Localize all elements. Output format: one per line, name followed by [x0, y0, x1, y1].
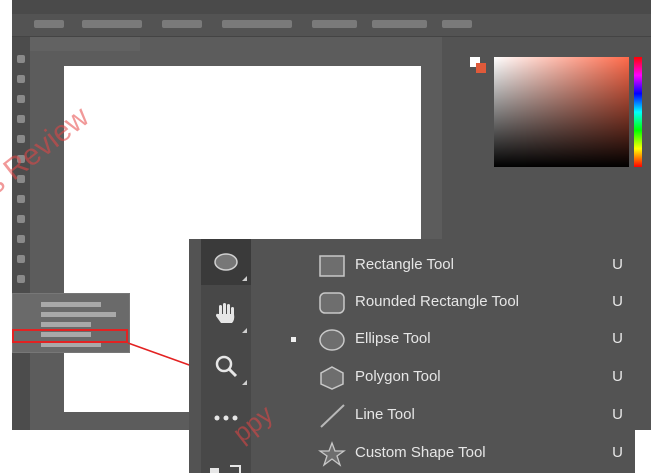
menu-item-label: Line Tool [355, 406, 415, 423]
custom-shape-icon [318, 441, 346, 467]
menu-item-shortcut: U [612, 293, 623, 310]
menu-item-shortcut: U [612, 444, 623, 461]
menu-bar [12, 0, 651, 14]
menu-item-label: Ellipse Tool [355, 330, 431, 347]
menu-item-polygon-tool[interactable]: Polygon Tool U [284, 359, 635, 397]
ellipse-icon [319, 329, 345, 351]
hue-slider[interactable] [634, 57, 642, 167]
menu-item-ellipse-tool[interactable]: Ellipse Tool U [284, 321, 635, 359]
menu-item-rounded-rectangle-tool[interactable]: Rounded Rectangle Tool U [284, 284, 635, 322]
menu-item-line-tool[interactable]: Line Tool U [284, 397, 635, 435]
shape-tool-menu: Rectangle Tool U Rounded Rectangle Tool … [284, 239, 635, 473]
menu-item-shortcut: U [612, 256, 623, 273]
rounded-rectangle-icon [319, 292, 345, 314]
color-picker-field[interactable] [494, 57, 629, 167]
menu-item-shortcut: U [612, 406, 623, 423]
line-icon [320, 404, 345, 428]
rectangle-icon [319, 255, 345, 277]
polygon-icon [320, 366, 344, 390]
ellipse-icon[interactable] [201, 239, 251, 285]
shape-tools-flyout [12, 293, 130, 353]
selected-bullet [291, 337, 296, 342]
ellipse-tool-highlight [12, 329, 128, 343]
document-tab[interactable] [30, 37, 140, 51]
options-bar [12, 14, 651, 37]
menu-item-label: Rounded Rectangle Tool [355, 293, 520, 310]
menu-item-label: Custom Shape Tool [355, 444, 486, 461]
zoom-icon[interactable] [201, 343, 251, 389]
swap-colors-icon[interactable] [201, 447, 251, 473]
menu-item-shortcut: U [612, 330, 623, 347]
toolbar [12, 37, 30, 430]
menu-item-shortcut: U [612, 368, 623, 385]
menu-item-custom-shape-tool[interactable]: Custom Shape Tool U [284, 435, 635, 473]
menu-item-rectangle-tool[interactable]: Rectangle Tool U [284, 247, 635, 285]
menu-item-label: Rectangle Tool [355, 256, 454, 273]
menu-item-label: Polygon Tool [355, 368, 441, 385]
hand-icon[interactable] [201, 291, 251, 337]
